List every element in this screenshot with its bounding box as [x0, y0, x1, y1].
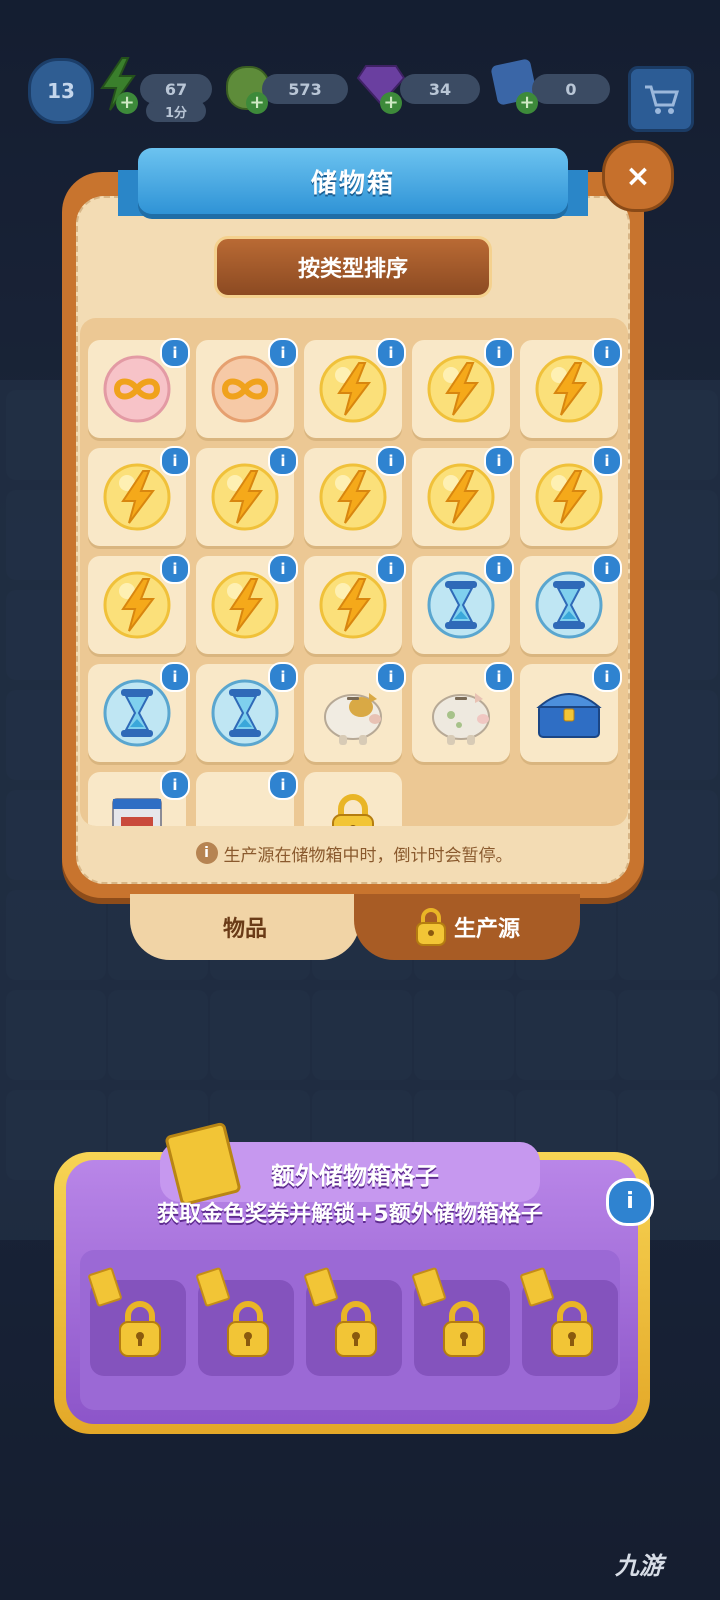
locked-icon [315, 783, 391, 826]
item-info-button[interactable]: i [160, 338, 190, 368]
close-button[interactable]: × [602, 140, 674, 212]
storage-slot[interactable]: i [520, 338, 622, 438]
sort-by-type-button[interactable]: 按类型排序 [214, 236, 492, 298]
gem-value: 34 [428, 79, 452, 99]
storage-slot[interactable]: i [520, 554, 622, 654]
token-counter: 0 [532, 74, 610, 104]
storage-slot[interactable]: i [196, 446, 298, 546]
item-info-button[interactable]: i [592, 338, 622, 368]
storage-slot[interactable]: i [196, 554, 298, 654]
extra-slots-subtitle: 获取金色奖券并解锁+5额外储物箱格子 [157, 1202, 543, 1227]
shop-button[interactable] [628, 66, 694, 132]
energy-value: 67 [164, 79, 188, 99]
storage-slot[interactable]: i [412, 446, 514, 546]
coin-counter: 573 [262, 74, 348, 104]
item-info-button[interactable]: i [268, 770, 298, 800]
cart-icon [645, 85, 679, 114]
item-info-button[interactable]: i [484, 338, 514, 368]
storage-slot[interactable]: i [304, 554, 406, 654]
storage-slot[interactable]: i [520, 446, 622, 546]
item-info-button[interactable]: i [592, 554, 622, 584]
item-info-button[interactable]: i [484, 554, 514, 584]
info-icon: i [626, 1189, 634, 1214]
storage-slot[interactable]: i [88, 770, 190, 826]
storage-slot[interactable]: i [412, 662, 514, 762]
storage-slot[interactable] [304, 772, 402, 826]
add-gems-button[interactable]: + [380, 92, 402, 114]
extra-slots-info-button[interactable]: i [606, 1178, 654, 1226]
item-info-button[interactable]: i [160, 554, 190, 584]
item-info-button[interactable]: i [376, 662, 406, 692]
add-coins-button[interactable]: + [246, 92, 268, 114]
storage-slot[interactable]: i [304, 338, 406, 438]
item-info-button[interactable]: i [376, 554, 406, 584]
sort-button-label: 按类型排序 [297, 257, 408, 282]
item-info-button[interactable]: i [160, 770, 190, 800]
storage-slot[interactable]: i [196, 662, 298, 762]
item-info-button[interactable]: i [484, 446, 514, 476]
padlock-icon [415, 908, 446, 946]
extra-slots-title: 额外储物箱格子 [271, 1162, 439, 1190]
item-info-button[interactable]: i [376, 446, 406, 476]
storage-slot[interactable]: i [88, 662, 190, 762]
storage-slot[interactable]: i [88, 446, 190, 546]
coin-value: 573 [288, 79, 322, 99]
dialog-title: 储物箱 [310, 168, 395, 199]
item-info-button[interactable]: i [376, 338, 406, 368]
level-badge[interactable]: 13 [28, 58, 94, 124]
title-ribbon: 储物箱 [138, 148, 568, 214]
add-tokens-button[interactable]: + [516, 92, 538, 114]
watermark-logo: 九游 [615, 1552, 663, 1580]
item-info-button[interactable]: i [484, 662, 514, 692]
storage-slot[interactable]: i [304, 662, 406, 762]
item-info-button[interactable]: i [160, 662, 190, 692]
tab-producers-label: 生产源 [453, 917, 520, 942]
item-info-button[interactable]: i [268, 554, 298, 584]
storage-slot[interactable]: i [196, 770, 298, 826]
energy-timer-value: 1分 [164, 105, 188, 121]
storage-slot[interactable]: i [304, 446, 406, 546]
token-value: 0 [565, 79, 577, 99]
tab-producers[interactable]: 生产源 [354, 894, 580, 960]
tab-items[interactable]: 物品 [130, 894, 360, 960]
tab-items-label: 物品 [222, 917, 267, 942]
storage-slot[interactable]: i [520, 662, 622, 762]
storage-grid: i i i i i i i i i i i i i i i i i i i i i i [80, 318, 628, 826]
storage-slot[interactable]: i [88, 338, 190, 438]
item-info-button[interactable]: i [268, 662, 298, 692]
storage-slot[interactable]: i [88, 554, 190, 654]
close-icon: × [625, 158, 651, 194]
gem-counter: 34 [400, 74, 480, 104]
footnote-info-icon: i [195, 842, 218, 864]
level-value: 13 [47, 79, 75, 103]
item-info-button[interactable]: i [592, 446, 622, 476]
storage-slot[interactable]: i [196, 338, 298, 438]
storage-footnote: i 生产源在储物箱中时，倒计时会暂停。 [80, 838, 628, 868]
storage-slot[interactable]: i [412, 554, 514, 654]
item-info-button[interactable]: i [268, 446, 298, 476]
item-info-button[interactable]: i [268, 338, 298, 368]
item-info-button[interactable]: i [592, 662, 622, 692]
item-info-button[interactable]: i [160, 446, 190, 476]
storage-slot[interactable]: i [412, 338, 514, 438]
footnote-text: 生产源在储物箱中时，倒计时会暂停。 [223, 845, 513, 866]
energy-timer: 1分 [146, 100, 206, 122]
add-energy-button[interactable]: + [116, 92, 138, 114]
